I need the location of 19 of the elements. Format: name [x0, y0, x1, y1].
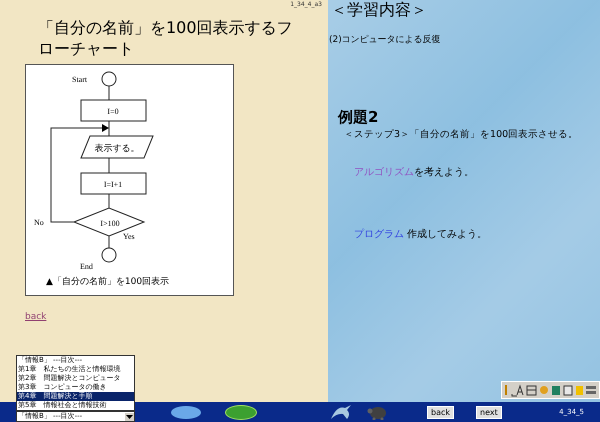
output-node: 表示する。 — [80, 136, 154, 158]
section-subtitle: (2)コンピュータによる反復 — [329, 34, 442, 46]
next-button[interactable]: next — [476, 406, 502, 418]
start-label: Start — [72, 75, 88, 84]
example-title: 例題2 — [338, 108, 380, 127]
instruction-text: 作成してみよう。 — [406, 229, 488, 240]
back-button[interactable]: back — [427, 406, 454, 418]
step-text: ＜ステップ3＞「自分の名前」を100回表示させる。 — [344, 128, 580, 141]
end-label: End — [80, 262, 93, 271]
process-node: I=0 — [80, 100, 146, 122]
figure-caption: ▲「自分の名前」を100回表示 — [46, 277, 170, 287]
section-heading: ＜学習内容＞ — [331, 0, 428, 21]
process-node: I=I+1 — [80, 172, 146, 194]
text-link[interactable]: プログラム — [354, 229, 404, 240]
yes-label: Yes — [123, 232, 135, 241]
no-label: No — [34, 218, 44, 227]
instruction-text: を考えよう。 — [414, 167, 474, 178]
page-title: 「自分の名前」を100回表示するフローチャート — [38, 17, 294, 59]
back-link[interactable]: back — [25, 312, 46, 322]
